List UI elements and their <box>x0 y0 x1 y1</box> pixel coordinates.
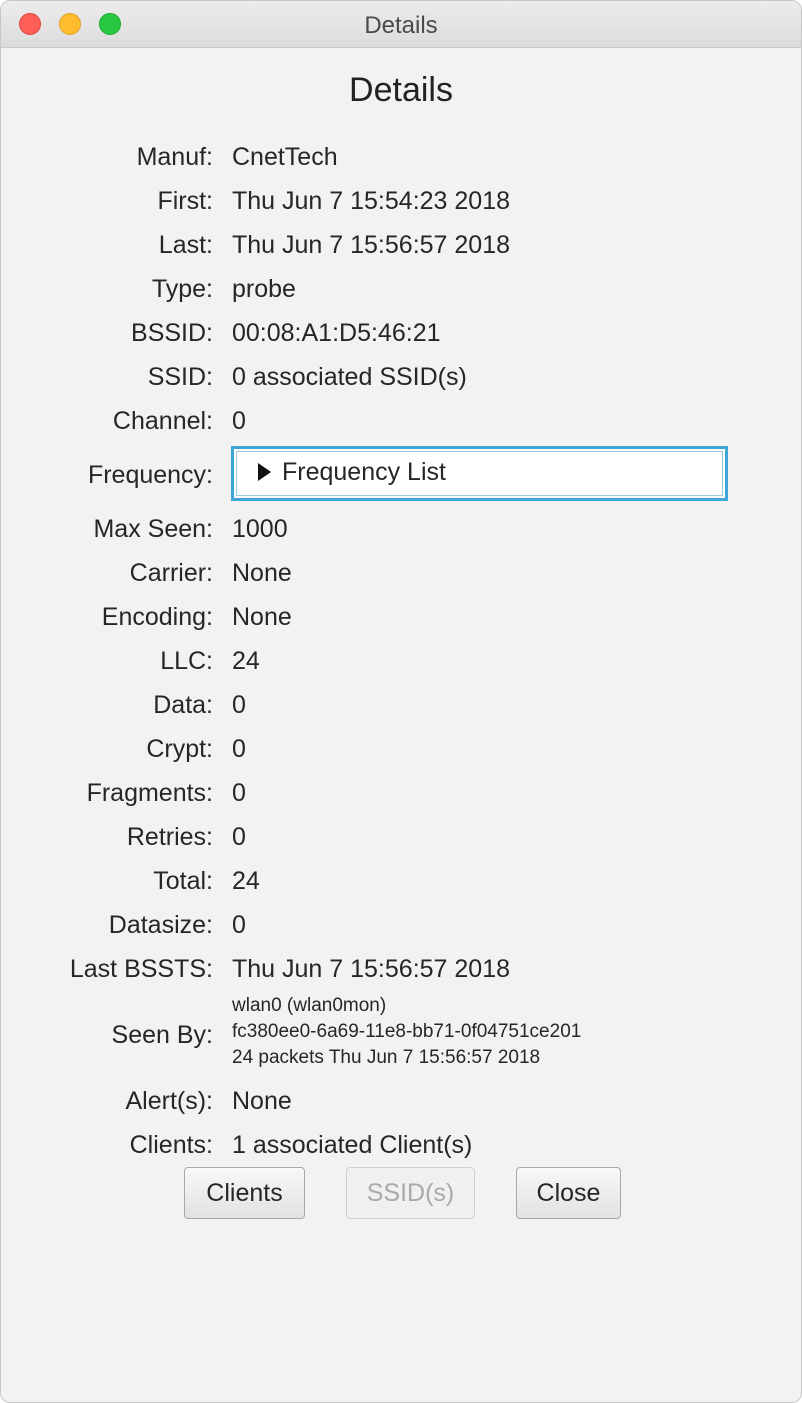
field-value: 0 <box>232 691 246 719</box>
field-label: BSSID: <box>131 319 213 347</box>
field-value: 1000 <box>232 515 288 543</box>
field-label: Carrier: <box>129 559 213 587</box>
field-row-llc: LLC: 24 <box>1 640 801 680</box>
field-value: 24 <box>232 867 260 895</box>
field-value: 00:08:A1:D5:46:21 <box>232 319 441 347</box>
field-row-first: First: Thu Jun 7 15:54:23 2018 <box>1 180 801 220</box>
field-value: 24 <box>232 647 260 675</box>
field-label: Seen By: <box>111 1021 213 1049</box>
field-value: 1 associated Client(s) <box>232 1131 473 1159</box>
field-label: Last: <box>158 231 213 259</box>
field-label: Type: <box>151 275 213 303</box>
field-row-crypt: Crypt: 0 <box>1 728 801 768</box>
field-value: None <box>232 559 292 587</box>
field-row-encoding: Encoding: None <box>1 596 801 636</box>
seen-by-interface: wlan0 (wlan0mon) <box>232 995 387 1016</box>
clients-button[interactable]: Clients <box>184 1167 305 1219</box>
field-label: Last BSSTS: <box>69 955 213 983</box>
details-window: Details Details Manuf: CnetTech First: T… <box>0 0 802 1403</box>
field-row-data: Data: 0 <box>1 684 801 724</box>
field-row-last: Last: Thu Jun 7 15:56:57 2018 <box>1 224 801 264</box>
field-label: Total: <box>153 867 213 895</box>
field-value: 0 <box>232 735 246 763</box>
page-title: Details <box>349 71 453 109</box>
field-label: Datasize: <box>108 911 213 939</box>
field-label: Fragments: <box>86 779 213 807</box>
window-title: Details <box>364 12 438 39</box>
field-value: 0 associated SSID(s) <box>232 363 467 391</box>
field-label: Frequency: <box>87 461 213 489</box>
field-label: First: <box>157 187 213 215</box>
field-label: Channel: <box>112 407 213 435</box>
frequency-list-label: Frequency List <box>282 458 446 486</box>
field-label: Clients: <box>129 1131 213 1159</box>
field-value: 0 <box>232 779 246 807</box>
title-bar: Details <box>1 1 801 48</box>
field-value: Thu Jun 7 15:56:57 2018 <box>232 955 511 983</box>
field-label: LLC: <box>160 647 213 675</box>
field-row-last-bssts: Last BSSTS: Thu Jun 7 15:56:57 2018 <box>1 948 801 988</box>
field-label: Max Seen: <box>93 515 213 543</box>
field-row-ssid: SSID: 0 associated SSID(s) <box>1 356 801 396</box>
disclosure-triangle-icon[interactable] <box>258 463 271 481</box>
field-label: Retries: <box>126 823 213 851</box>
field-label: Encoding: <box>101 603 213 631</box>
field-row-manuf: Manuf: CnetTech <box>1 136 801 176</box>
field-row-max-seen: Max Seen: 1000 <box>1 508 801 548</box>
seen-by-packets: 24 packets Thu Jun 7 15:56:57 2018 <box>232 1047 541 1068</box>
field-label: Data: <box>153 691 213 719</box>
field-row-bssid: BSSID: 00:08:A1:D5:46:21 <box>1 312 801 352</box>
field-row-fragments: Fragments: 0 <box>1 772 801 812</box>
field-row-clients: Alert(s): Clients: 1 associated Client(s… <box>1 1124 801 1164</box>
field-value: Thu Jun 7 15:56:57 2018 <box>232 231 511 259</box>
field-row-total: Total: 24 <box>1 860 801 900</box>
field-value: None <box>232 1087 292 1115</box>
field-value: 0 <box>232 911 246 939</box>
field-row-datasize: Datasize: 0 <box>1 904 801 944</box>
ssids-button[interactable]: SSID(s) <box>346 1167 475 1219</box>
field-row-type: Type: probe <box>1 268 801 308</box>
field-row-alerts: Alert(s): None <box>1 1080 801 1120</box>
field-row-retries: Retries: 0 <box>1 816 801 856</box>
field-label: Manuf: <box>136 143 213 171</box>
field-value: CnetTech <box>232 143 338 171</box>
field-row-channel: Channel: 0 <box>1 400 801 440</box>
field-label: Alert(s): <box>125 1087 214 1115</box>
close-button[interactable]: Close <box>516 1167 621 1219</box>
field-label: SSID: <box>147 363 213 391</box>
field-value: 0 <box>232 407 246 435</box>
field-value: 0 <box>232 823 246 851</box>
frequency-list-disclosure[interactable]: Frequency List <box>231 446 728 501</box>
field-label: Crypt: <box>146 735 213 763</box>
field-row-carrier: Carrier: None <box>1 552 801 592</box>
field-value: probe <box>232 275 296 303</box>
field-value: None <box>232 603 292 631</box>
field-value: Thu Jun 7 15:54:23 2018 <box>232 187 511 215</box>
seen-by-uuid: fc380ee0-6a69-11e8-bb71-0f04751ce201 <box>232 1021 582 1042</box>
